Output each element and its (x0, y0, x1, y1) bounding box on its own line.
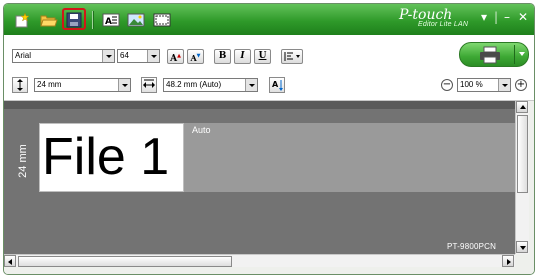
zoom-value: 100 % (460, 80, 483, 89)
alignment-menu-button[interactable] (281, 49, 303, 64)
printer-model-label: PT-9800PCN (447, 242, 497, 251)
save-highlight-frame (62, 8, 86, 30)
arrow-down-icon (520, 246, 526, 250)
tape-length-value: 48.2 mm (Auto) (166, 80, 222, 89)
close-button[interactable]: ✕ (518, 10, 528, 24)
ribbon-toolbar: Arial 64 A▲ A▼ B I U 24 mm 48.2 mm (Auto… (4, 35, 534, 101)
font-size-select[interactable]: 64 (117, 49, 160, 63)
font-size-value: 64 (120, 51, 129, 60)
chevron-down-icon[interactable] (102, 50, 114, 62)
shrink-font-button[interactable]: A▼ (187, 49, 204, 64)
scroll-down-button[interactable] (516, 241, 528, 253)
italic-button[interactable]: I (234, 49, 251, 64)
text-direction-icon[interactable]: A (269, 77, 285, 93)
insert-image-icon[interactable] (126, 10, 146, 30)
tape-width-icon (12, 77, 28, 93)
zoom-select[interactable]: 100 % (457, 78, 511, 92)
tape-width-indicator: 24 mm (17, 144, 29, 178)
vertical-scroll-thumb[interactable] (517, 115, 528, 193)
insert-text-icon[interactable]: A (101, 10, 121, 30)
title-separator: | (494, 10, 499, 24)
svg-text:A: A (272, 80, 279, 89)
arrow-right-icon (507, 259, 511, 265)
label-preview[interactable]: File 1 (39, 123, 184, 192)
length-mode-indicator: Auto (192, 125, 211, 135)
scroll-left-button[interactable] (4, 255, 16, 267)
minimize-button[interactable]: – (504, 10, 510, 24)
scroll-right-button[interactable] (502, 255, 514, 267)
scroll-up-button[interactable] (516, 101, 528, 113)
chevron-down-icon[interactable] (147, 50, 159, 62)
length-stepper-icon[interactable] (245, 79, 257, 91)
label-text-object[interactable]: File 1 (42, 126, 169, 188)
toolbar-divider (92, 11, 94, 29)
title-bar: A P-touch Editor Lite LAN ▾ | – ✕ (4, 4, 534, 35)
bold-button[interactable]: B (214, 49, 231, 64)
align-left-icon (284, 52, 300, 61)
print-menu-divider (514, 45, 515, 64)
canvas-top-band (4, 101, 515, 109)
tape-width-value: 24 mm (37, 80, 62, 89)
grow-font-label: A (170, 54, 178, 64)
arrow-left-icon (8, 259, 12, 265)
label-canvas[interactable]: File 1 24 mm Auto PT-9800PCN (4, 101, 515, 254)
chevron-down-icon[interactable] (498, 79, 510, 91)
open-folder-icon[interactable] (39, 10, 59, 30)
tape-width-select[interactable]: 24 mm (34, 78, 131, 92)
title-menu-arrow-icon[interactable]: ▾ (481, 10, 487, 24)
underline-button[interactable]: U (254, 49, 271, 64)
brand-subtitle: Editor Lite LAN (418, 21, 469, 28)
svg-text:A: A (105, 17, 112, 27)
tape-length-icon (141, 77, 157, 93)
new-file-icon[interactable] (13, 10, 33, 30)
zoom-out-button[interactable]: − (441, 79, 453, 91)
grow-font-button[interactable]: A▲ (167, 49, 184, 64)
chevron-down-icon[interactable] (118, 79, 130, 91)
horizontal-scroll-thumb[interactable] (18, 256, 232, 267)
horizontal-scrollbar[interactable] (4, 254, 515, 268)
font-family-select[interactable]: Arial (12, 49, 115, 63)
printer-icon (480, 46, 500, 64)
status-bar (4, 267, 534, 274)
arrow-up-icon (520, 105, 526, 109)
tape-length-field[interactable]: 48.2 mm (Auto) (163, 78, 258, 92)
app-window: A P-touch Editor Lite LAN ▾ | – ✕ Arial … (3, 3, 535, 275)
print-options-arrow-icon[interactable] (519, 52, 525, 56)
zoom-in-button[interactable]: + (515, 79, 527, 91)
font-family-value: Arial (15, 51, 32, 60)
insert-frame-icon[interactable] (152, 10, 172, 30)
vertical-scrollbar[interactable] (515, 101, 529, 254)
print-button[interactable] (459, 42, 529, 67)
